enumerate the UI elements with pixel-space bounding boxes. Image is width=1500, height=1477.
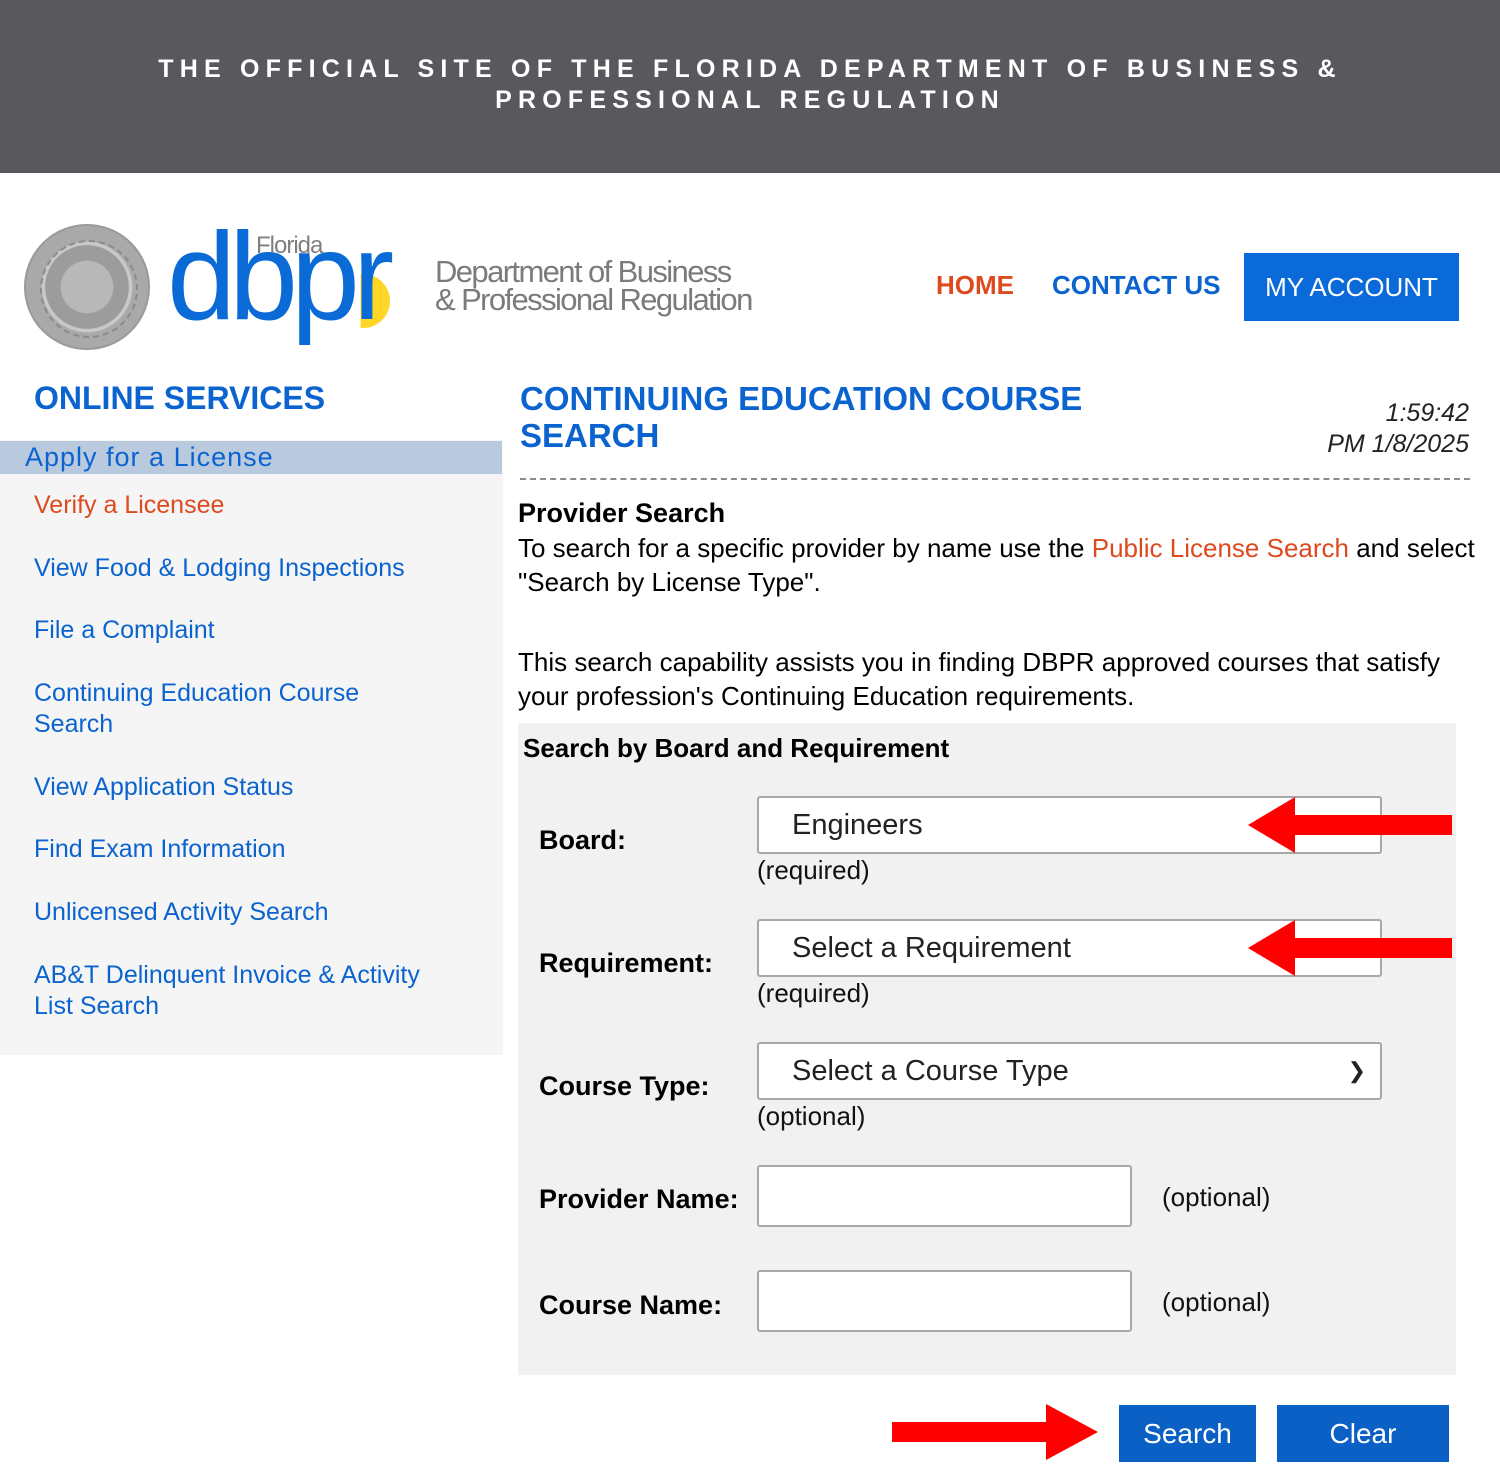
timestamp-time: 1:59:42	[1385, 399, 1469, 427]
nav-contact-us-link[interactable]: CONTACT US	[1052, 270, 1221, 301]
page-title: CONTINUING EDUCATION COURSE SEARCH	[520, 380, 1083, 454]
search-button[interactable]: Search	[1119, 1405, 1256, 1462]
course-name-hint: (optional)	[1162, 1287, 1271, 1317]
provider-name-hint: (optional)	[1162, 1182, 1271, 1212]
course-name-label: Course Name:	[539, 1290, 723, 1320]
sidebar-item-food-lodging-inspections[interactable]: View Food & Lodging Inspections	[34, 553, 474, 584]
timestamp: 1:59:42 PM 1/8/2025	[1327, 398, 1469, 460]
course-name-input[interactable]	[757, 1270, 1132, 1332]
annotation-arrow-board-icon	[1248, 797, 1452, 853]
provider-search-heading: Provider Search	[518, 498, 726, 528]
provider-search-text: To search for a specific provider by nam…	[518, 533, 1475, 597]
search-description: This search capability assists you in fi…	[518, 647, 1440, 711]
department-line-2: & Professional Regulation	[435, 282, 753, 317]
sidebar-item-exam-information[interactable]: Find Exam Information	[34, 834, 474, 865]
sidebar-item-unlicensed-activity-search[interactable]: Unlicensed Activity Search	[34, 897, 474, 928]
board-label: Board:	[539, 825, 626, 855]
banner-line-2: PROFESSIONAL REGULATION	[495, 86, 1005, 114]
provider-name-label: Provider Name:	[539, 1184, 739, 1214]
requirement-hint: (required)	[757, 978, 870, 1008]
sidebar-item-ce-course-search[interactable]: Continuing Education Course Search	[34, 678, 414, 740]
course-type-hint: (optional)	[757, 1101, 866, 1131]
clear-button[interactable]: Clear	[1277, 1405, 1449, 1462]
annotation-arrow-search-icon	[892, 1404, 1098, 1460]
form-title: Search by Board and Requirement	[523, 733, 950, 763]
sidebar-title: ONLINE SERVICES	[34, 380, 326, 416]
dashed-divider	[520, 478, 1470, 480]
annotation-arrow-requirement-icon	[1248, 920, 1452, 976]
course-type-select[interactable]: Select a Course Type ❯	[757, 1042, 1382, 1100]
banner-line-1: THE OFFICIAL SITE OF THE FLORIDA DEPARTM…	[158, 55, 1342, 83]
public-license-search-link[interactable]: Public License Search	[1092, 533, 1349, 563]
board-hint: (required)	[757, 855, 870, 885]
chevron-down-icon: ❯	[1347, 1058, 1366, 1083]
dbpr-logo[interactable]: dbpr Florida Department of Business & Pr…	[22, 212, 753, 352]
requirement-label: Requirement:	[539, 948, 714, 978]
provider-name-input[interactable]	[757, 1165, 1132, 1227]
my-account-button[interactable]: MY ACCOUNT	[1244, 253, 1459, 321]
sidebar-item-abt-delinquent-invoice[interactable]: AB&T Delinquent Invoice & Activity List …	[34, 960, 464, 1022]
sidebar-item-verify-licensee[interactable]: Verify a Licensee	[34, 490, 474, 521]
sidebar-item-file-complaint[interactable]: File a Complaint	[34, 615, 474, 646]
timestamp-date: PM 1/8/2025	[1327, 430, 1469, 458]
department-name: Department of Business & Professional Re…	[435, 256, 753, 317]
course-type-label: Course Type:	[539, 1071, 710, 1101]
official-site-banner: THE OFFICIAL SITE OF THE FLORIDA DEPARTM…	[0, 0, 1500, 173]
sidebar-item-application-status[interactable]: View Application Status	[34, 772, 474, 803]
online-services-sidebar: ONLINE SERVICES Apply for a License Veri…	[0, 370, 503, 1055]
nav-home-link[interactable]: HOME	[936, 270, 1014, 301]
florida-state-seal-icon	[24, 224, 150, 350]
sidebar-item-apply-for-license[interactable]: Apply for a License	[0, 441, 502, 474]
florida-wordmark: Florida	[256, 232, 323, 259]
